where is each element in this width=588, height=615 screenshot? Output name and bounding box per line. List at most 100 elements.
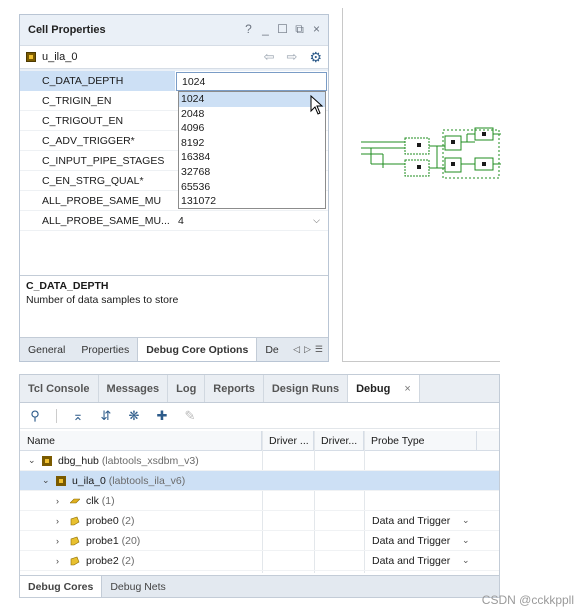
probe-icon bbox=[70, 556, 80, 565]
float-icon[interactable]: ⧉ bbox=[294, 22, 305, 37]
property-description: C_DATA_DEPTH Number of data samples to s… bbox=[20, 275, 328, 337]
toolbar-divider bbox=[56, 408, 57, 423]
scroll-right-icon[interactable]: ▷ bbox=[304, 344, 311, 355]
tree-label: dbg_hub (labtools_xsdbm_v3) bbox=[58, 455, 199, 467]
chevron-right-icon[interactable]: › bbox=[56, 496, 59, 506]
column-name[interactable]: Name bbox=[20, 431, 262, 450]
probe-type-value[interactable]: Data and Trigger bbox=[372, 555, 450, 567]
tree-row[interactable]: › probe0 (2) Data and Trigger ⌄ bbox=[20, 511, 499, 531]
schematic-view[interactable] bbox=[342, 8, 501, 362]
dropdown-option[interactable]: 2048 bbox=[179, 107, 325, 122]
dropdown-option[interactable]: 65536 bbox=[179, 180, 325, 195]
cell-selector-row: u_ila_0 ⇦ ⇨ ⚙ bbox=[20, 45, 328, 69]
tab-debug-nets[interactable]: Debug Nets bbox=[102, 576, 173, 597]
property-row[interactable]: ALL_PROBE_SAME_MU... 4 ⌵ bbox=[20, 211, 328, 231]
chip-icon bbox=[42, 455, 52, 466]
dropdown-option[interactable]: 8192 bbox=[179, 136, 325, 151]
clock-net-icon bbox=[70, 498, 80, 503]
forward-arrow-icon[interactable]: ⇨ bbox=[287, 49, 298, 65]
chevron-right-icon[interactable]: › bbox=[56, 536, 59, 546]
chevron-down-icon[interactable]: ⌄ bbox=[42, 475, 50, 486]
add-icon[interactable]: ✚ bbox=[155, 408, 169, 424]
tree-row[interactable]: › probe1 (20) Data and Trigger ⌄ bbox=[20, 531, 499, 551]
chevron-right-icon[interactable]: › bbox=[56, 556, 59, 566]
data-depth-dropdown-list[interactable]: 1024 2048 4096 8192 16384 32768 65536 13… bbox=[178, 91, 326, 209]
tab-debug-core-options[interactable]: Debug Core Options bbox=[137, 338, 258, 361]
column-driver-2[interactable]: Driver... bbox=[314, 431, 364, 450]
node-detail: (20) bbox=[121, 534, 141, 547]
minimize-icon[interactable]: _ bbox=[260, 22, 271, 37]
tree-row[interactable]: ⌄ dbg_hub (labtools_xsdbm_v3) bbox=[20, 451, 499, 471]
description-title: C_DATA_DEPTH bbox=[26, 280, 109, 292]
node-detail: (2) bbox=[121, 514, 135, 527]
node-name: probe2 bbox=[86, 554, 119, 567]
property-value: 4 bbox=[178, 214, 184, 227]
dropdown-option[interactable]: 4096 bbox=[179, 121, 325, 136]
property-row[interactable]: C_DATA_DEPTH 1024 bbox=[20, 71, 328, 91]
dropdown-option[interactable]: 16384 bbox=[179, 150, 325, 165]
tree-label: clk (1) bbox=[86, 495, 115, 507]
probe-type-value[interactable]: Data and Trigger bbox=[372, 535, 450, 547]
chevron-down-icon[interactable]: ⌄ bbox=[462, 555, 470, 566]
chevron-down-icon[interactable]: ⌵ bbox=[313, 215, 320, 226]
mouse-cursor-icon bbox=[310, 95, 324, 115]
node-detail: (labtools_xsdbm_v3) bbox=[101, 454, 199, 467]
description-text: Number of data samples to store bbox=[26, 294, 179, 306]
tab-log[interactable]: Log bbox=[168, 375, 206, 402]
watermark: CSDN @cckkppll bbox=[481, 593, 574, 607]
tab-general[interactable]: General bbox=[20, 338, 73, 361]
chip-icon bbox=[26, 52, 36, 62]
chevron-down-icon[interactable]: ⌄ bbox=[462, 535, 470, 546]
tree-row[interactable]: ⌄ u_ila_0 (labtools_ila_v6) bbox=[20, 471, 499, 491]
chevron-right-icon[interactable]: › bbox=[56, 516, 59, 526]
cell-properties-tabs: General Properties Debug Core Options De… bbox=[20, 337, 328, 361]
window-controls: ? _ ☐ ⧉ × bbox=[243, 22, 322, 37]
tab-debug[interactable]: Debug × bbox=[348, 375, 420, 402]
edit-icon: ✎ bbox=[184, 407, 196, 423]
expand-all-icon[interactable]: ⇵ bbox=[99, 408, 113, 424]
cell-properties-panel: Cell Properties ? _ ☐ ⧉ × u_ila_0 ⇦ ⇨ ⚙ … bbox=[19, 14, 329, 362]
debug-table-header: Name Driver ... Driver... Probe Type bbox=[20, 431, 499, 451]
dropdown-option[interactable]: 1024 bbox=[179, 92, 325, 107]
tab-reports[interactable]: Reports bbox=[205, 375, 264, 402]
console-tabs: Tcl Console Messages Log Reports Design … bbox=[20, 375, 499, 403]
data-depth-combobox[interactable]: 1024 bbox=[176, 72, 327, 91]
cell-nav: ⇦ ⇨ ⚙ bbox=[264, 49, 322, 66]
property-name: C_DATA_DEPTH bbox=[42, 74, 124, 87]
tab-truncated[interactable]: De bbox=[257, 338, 286, 361]
gear-icon[interactable]: ⚙ bbox=[309, 49, 322, 66]
node-name: dbg_hub bbox=[58, 454, 99, 467]
tree-label: u_ila_0 (labtools_ila_v6) bbox=[72, 475, 185, 487]
column-driver-1[interactable]: Driver ... bbox=[262, 431, 314, 450]
bug-icon[interactable]: ❋ bbox=[127, 408, 141, 424]
tab-design-runs[interactable]: Design Runs bbox=[264, 375, 349, 402]
probe-icon bbox=[70, 516, 80, 525]
search-icon[interactable]: ⚲ bbox=[28, 408, 42, 424]
back-arrow-icon[interactable]: ⇦ bbox=[264, 49, 275, 65]
tab-debug-cores[interactable]: Debug Cores bbox=[20, 576, 103, 597]
tree-label: probe0 (2) bbox=[86, 515, 134, 527]
node-name: probe1 bbox=[86, 534, 119, 547]
scroll-left-icon[interactable]: ◁ bbox=[293, 344, 300, 355]
probe-type-value[interactable]: Data and Trigger bbox=[372, 515, 450, 527]
maximize-icon[interactable]: ☐ bbox=[277, 22, 288, 37]
close-icon[interactable]: × bbox=[311, 22, 322, 37]
column-probe-type[interactable]: Probe Type bbox=[364, 431, 477, 450]
tab-messages[interactable]: Messages bbox=[99, 375, 169, 402]
collapse-all-icon[interactable]: ⌅ bbox=[71, 408, 85, 424]
panel-title: Cell Properties bbox=[28, 23, 106, 36]
help-icon[interactable]: ? bbox=[243, 22, 254, 37]
tab-tcl-console[interactable]: Tcl Console bbox=[20, 375, 99, 402]
tree-row[interactable]: › clk (1) bbox=[20, 491, 499, 511]
dropdown-option[interactable]: 131072 bbox=[179, 194, 325, 209]
tab-menu-icon[interactable]: ☰ bbox=[315, 344, 323, 355]
chevron-down-icon[interactable]: ⌄ bbox=[28, 455, 36, 466]
property-name: C_TRIGIN_EN bbox=[42, 94, 112, 107]
probe-icon bbox=[70, 536, 80, 545]
dropdown-option[interactable]: 32768 bbox=[179, 165, 325, 180]
close-icon[interactable]: × bbox=[404, 383, 410, 395]
tab-properties[interactable]: Properties bbox=[73, 338, 137, 361]
property-name: C_INPUT_PIPE_STAGES bbox=[42, 154, 165, 167]
chevron-down-icon[interactable]: ⌄ bbox=[462, 515, 470, 526]
tree-row[interactable]: › probe2 (2) Data and Trigger ⌄ bbox=[20, 551, 499, 571]
